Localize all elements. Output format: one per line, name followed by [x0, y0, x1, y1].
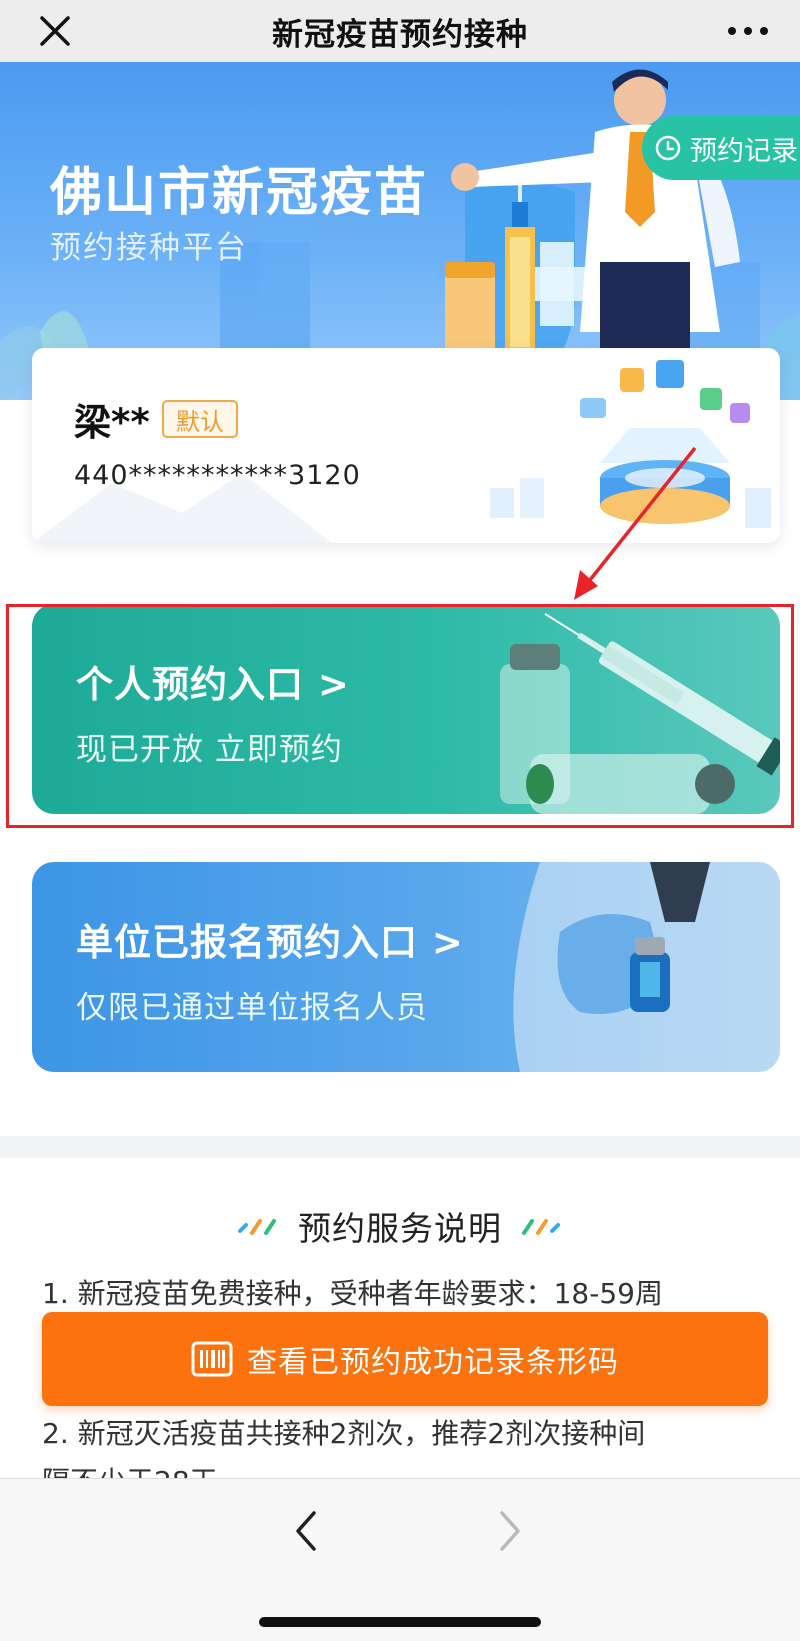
home-indicator: [259, 1617, 541, 1627]
service-item: 2. 新冠灭活疫苗共接种2剂次，推荐2剂次接种间: [42, 1417, 646, 1450]
user-card[interactable]: 梁** 默认 440***********3120: [32, 348, 780, 543]
browser-bottom-bar: [0, 1478, 800, 1641]
unit-entry-title: 单位已报名预约入口 >: [76, 921, 464, 964]
vaccine-vial-illustration: [500, 613, 780, 814]
close-icon[interactable]: [36, 12, 74, 50]
section-divider: [0, 1136, 800, 1158]
page-title: 新冠疫苗预约接种: [272, 16, 528, 53]
barcode-button-label: 查看已预约成功记录条形码: [247, 1345, 619, 1380]
data-platform-illustration: [490, 360, 771, 528]
service-heading: 预约服务说明: [0, 1202, 800, 1250]
personal-entry-title: 个人预约入口 >: [76, 663, 350, 706]
id-number: 440***********3120: [74, 460, 361, 491]
hero-title: 佛山市新冠疫苗: [50, 163, 429, 223]
decoration-icon: [238, 1219, 276, 1235]
unit-appointment-entry[interactable]: 单位已报名预约入口 > 仅限已通过单位报名人员: [32, 862, 780, 1072]
navigation-bar: 新冠疫苗预约接种: [0, 0, 800, 62]
barcode-icon: [191, 1341, 233, 1377]
doctor-hand-illustration: [513, 862, 780, 1072]
service-title: 预约服务说明: [298, 1209, 502, 1248]
back-arrow-icon[interactable]: [286, 1507, 326, 1555]
default-badge: 默认: [162, 400, 238, 438]
unit-entry-subtitle: 仅限已通过单位报名人员: [76, 990, 428, 1026]
user-name: 梁**: [74, 401, 150, 444]
record-button-label: 预约记录: [690, 135, 798, 167]
forward-arrow-icon[interactable]: [490, 1507, 530, 1555]
decoration-icon: [522, 1219, 560, 1235]
personal-appointment-entry[interactable]: 个人预约入口 > 现已开放 立即预约: [32, 604, 780, 814]
personal-entry-subtitle: 现已开放 立即预约: [76, 732, 343, 768]
more-icon[interactable]: [724, 14, 772, 48]
view-barcode-button[interactable]: 查看已预约成功记录条形码: [42, 1312, 768, 1406]
hero-subtitle: 预约接种平台: [50, 230, 248, 266]
appointment-record-button[interactable]: 预约记录: [642, 116, 800, 180]
service-item: 1. 新冠疫苗免费接种，受种者年龄要求：18-59周: [42, 1277, 663, 1310]
clock-icon: [655, 135, 681, 161]
